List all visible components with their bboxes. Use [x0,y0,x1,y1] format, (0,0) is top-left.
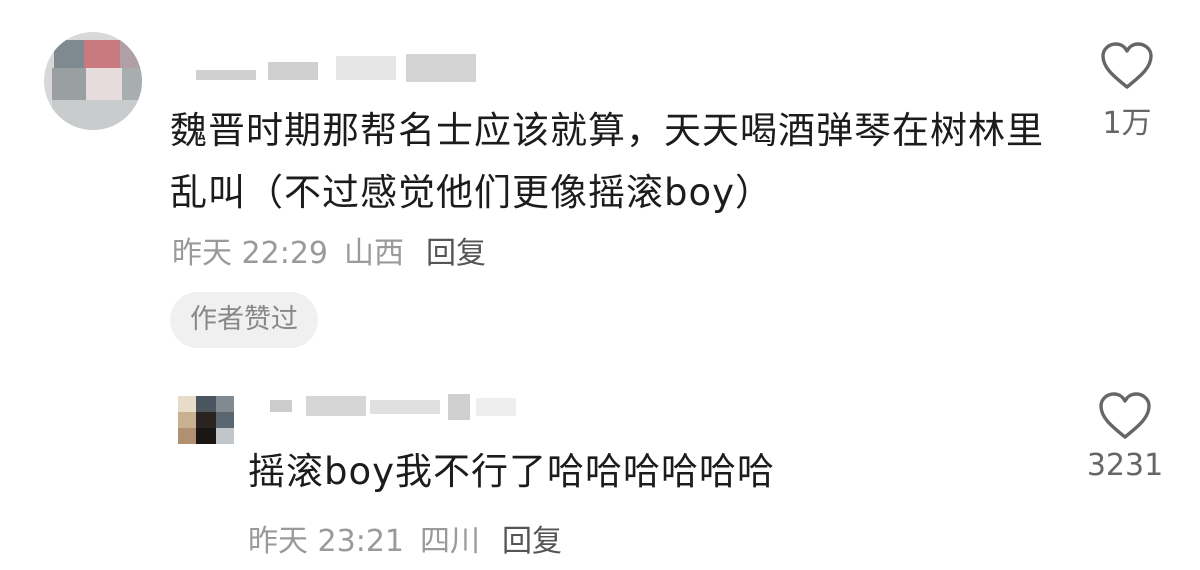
comment-location: 山西 [344,236,404,271]
heart-icon[interactable] [1100,42,1154,90]
replier-avatar[interactable] [178,396,234,444]
comment-meta: 昨天 22:29 山西 回复 [172,228,502,272]
heart-icon[interactable] [1098,392,1152,440]
author-liked-badge: 作者赞过 [170,292,318,348]
reply-button[interactable]: 回复 [502,524,562,559]
like-button[interactable]: 3231 [1080,392,1170,483]
comment-time: 昨天 22:29 [172,236,328,271]
replier-username-blurred[interactable] [270,394,550,428]
reply-location: 四川 [420,524,480,559]
reply-text: 摇滚boy我不行了哈哈哈哈哈哈 [248,450,776,493]
like-count: 3231 [1086,448,1164,483]
like-count: 1万 [1102,106,1152,141]
like-button[interactable]: 1万 [1082,42,1172,142]
commenter-username-blurred[interactable] [196,52,516,86]
commenter-avatar[interactable] [44,32,142,130]
reply-time: 昨天 23:21 [248,524,404,559]
reply-button[interactable]: 回复 [426,236,486,271]
comment-text: 魏晋时期那帮名士应该就算，天天喝酒弹琴在树林里乱叫（不过感觉他们更像摇滚boy） [170,109,1044,214]
reply-meta: 昨天 23:21 四川 回复 [248,516,578,560]
